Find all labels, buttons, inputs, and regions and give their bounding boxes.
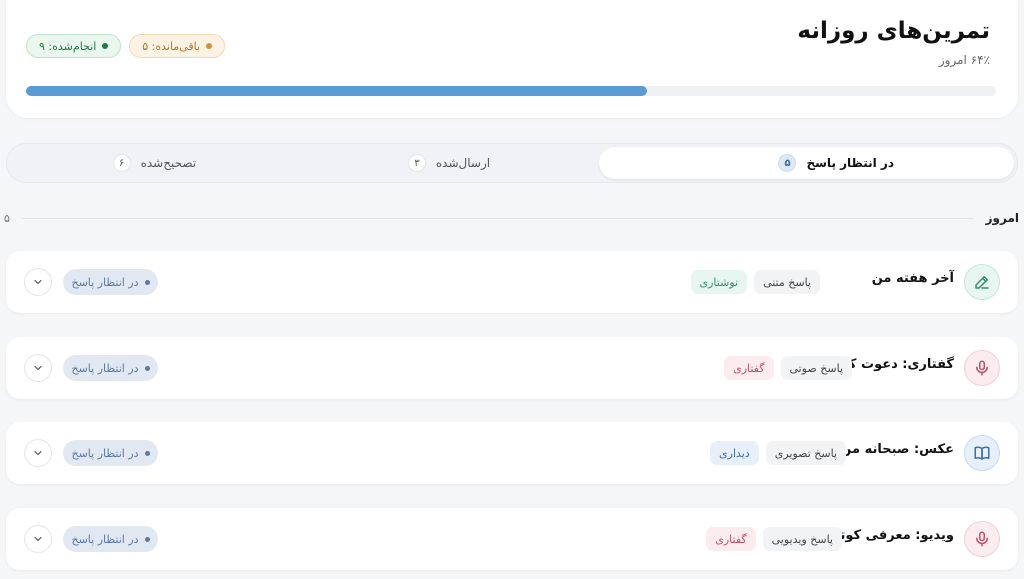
chevron-down-icon [34, 365, 42, 371]
pencil-icon [964, 264, 1000, 300]
section-today: امروز ۵ [0, 208, 1024, 228]
tab-graded-label: تصحیح‌شده [140, 156, 197, 170]
category-chip: دیداری [710, 441, 759, 465]
chevron-down-icon [34, 279, 42, 285]
status-dot-icon [144, 536, 150, 542]
tab-sent-label: ارسال‌شده [435, 156, 491, 170]
status-dot-icon [144, 365, 150, 371]
response-type-chip: پاسخ ویدیویی [762, 527, 842, 551]
status-badge: در انتظار پاسخ [63, 440, 158, 466]
category-chip: گفتاری [724, 356, 774, 380]
exercise-row[interactable]: گفتاری: دعوت کردن گفتاری پاسخ صوتی در ان… [6, 337, 1018, 399]
status-badge: در انتظار پاسخ [63, 269, 158, 295]
status-badge: در انتظار پاسخ [63, 355, 158, 381]
status-badge: در انتظار پاسخ [63, 526, 158, 552]
progress-percent-text: ۶۴٪ امروز [938, 53, 990, 67]
tab-pending-label: در انتظار پاسخ [806, 156, 894, 170]
exercise-row[interactable]: آخر هفته من نوشتاری پاسخ متنی در انتظار … [6, 251, 1018, 313]
book-icon [964, 435, 1000, 471]
exercise-title: آخر هفته من [871, 271, 954, 286]
expand-button[interactable] [24, 525, 52, 553]
tab-sent[interactable]: ارسال‌شده ۳ [302, 144, 597, 182]
exercise-title: عکس: صبحانه من [840, 442, 954, 457]
microphone-icon [964, 350, 1000, 386]
exercise-tags: گفتاری پاسخ صوتی [724, 356, 852, 380]
page-title: تمرین‌های روزانه [797, 18, 990, 44]
status-dot-icon [144, 279, 150, 285]
status-dot-icon [144, 450, 150, 456]
section-title: امروز [985, 211, 1019, 225]
exercise-tags: دیداری پاسخ تصویری [710, 441, 846, 465]
daily-exercises-page: تمرین‌های روزانه ۶۴٪ امروز انجام‌شده: ۹ … [0, 0, 1024, 579]
microphone-icon [964, 521, 1000, 557]
summary-card: تمرین‌های روزانه ۶۴٪ امروز انجام‌شده: ۹ … [6, 0, 1018, 118]
section-divider [21, 217, 974, 219]
category-chip: گفتاری [706, 527, 756, 551]
status-label: در انتظار پاسخ [71, 532, 139, 546]
category-chip: نوشتاری [690, 270, 748, 294]
done-count-label: انجام‌شده: ۹ [39, 39, 97, 53]
response-type-chip: پاسخ صوتی [780, 356, 852, 380]
section-count: ۵ [4, 211, 10, 225]
summary-badges: انجام‌شده: ۹ باقی‌مانده: ۵ [26, 34, 226, 58]
exercise-row[interactable]: ویدیو: معرفی کوتاه گفتاری پاسخ ویدیویی د… [6, 508, 1018, 570]
chevron-down-icon [34, 450, 42, 456]
expand-button[interactable] [24, 439, 52, 467]
status-tabs: در انتظار پاسخ ۵ ارسال‌شده ۳ تصحیح‌شده ۶ [6, 143, 1018, 183]
exercise-tags: گفتاری پاسخ ویدیویی [706, 527, 842, 551]
chevron-down-icon [34, 536, 42, 542]
exercise-tags: نوشتاری پاسخ متنی [690, 270, 820, 294]
remaining-dot-icon [206, 43, 213, 49]
remaining-count-label: باقی‌مانده: ۵ [142, 39, 201, 53]
tab-sent-count: ۳ [407, 154, 426, 172]
tab-graded[interactable]: تصحیح‌شده ۶ [7, 144, 302, 182]
expand-button[interactable] [24, 268, 52, 296]
done-count-badge: انجام‌شده: ۹ [26, 34, 122, 58]
response-type-chip: پاسخ تصویری [765, 441, 846, 465]
status-label: در انتظار پاسخ [71, 446, 139, 460]
response-type-chip: پاسخ متنی [754, 270, 820, 294]
exercise-row[interactable]: عکس: صبحانه من دیداری پاسخ تصویری در انت… [6, 422, 1018, 484]
progress-bar-fill [26, 86, 647, 96]
remaining-count-badge: باقی‌مانده: ۵ [129, 34, 226, 58]
status-label: در انتظار پاسخ [71, 361, 139, 375]
tab-graded-count: ۶ [112, 154, 131, 172]
tab-pending[interactable]: در انتظار پاسخ ۵ [599, 147, 1014, 179]
progress-bar [26, 86, 996, 96]
expand-button[interactable] [24, 354, 52, 382]
exercise-title: ویدیو: معرفی کوتاه [827, 528, 954, 543]
tab-pending-count: ۵ [778, 154, 797, 172]
done-dot-icon [102, 43, 109, 49]
status-label: در انتظار پاسخ [71, 275, 139, 289]
